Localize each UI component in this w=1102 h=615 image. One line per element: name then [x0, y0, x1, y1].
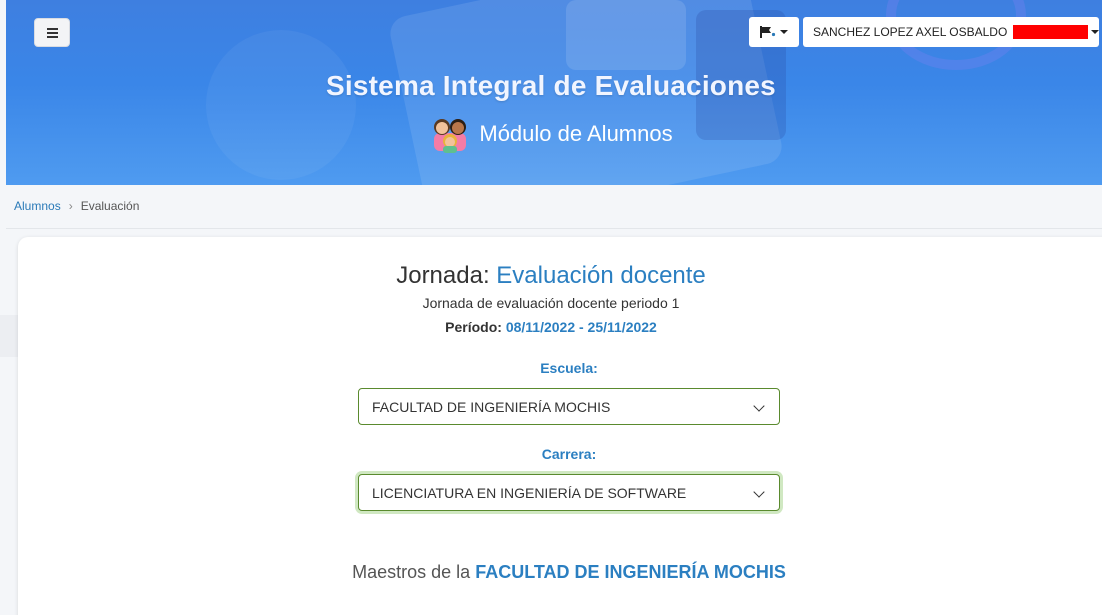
- carrera-label: Carrera:: [541, 446, 597, 462]
- chevron-right-icon: ›: [68, 199, 73, 213]
- divider: [6, 228, 1102, 229]
- escuela-select-value: FACULTAD DE INGENIERÍA MOCHIS: [372, 398, 611, 415]
- user-name: SANCHEZ LOPEZ AXEL OSBALDO: [813, 25, 1008, 39]
- breadcrumb: Alumnos › Evaluación: [14, 199, 139, 213]
- menu-toggle-button[interactable]: [34, 18, 70, 47]
- escuela-label: Escuela:: [540, 360, 598, 376]
- jornada-heading: Jornada: Evaluación docente: [0, 262, 1102, 290]
- jornada-name: Evaluación docente: [496, 262, 706, 289]
- module-subtitle-text: Módulo de Alumnos: [479, 121, 673, 146]
- periodo-label: Período:: [445, 319, 502, 335]
- maestros-school: FACULTAD DE INGENIERÍA MOCHIS: [475, 562, 786, 582]
- periodo-dates: 08/11/2022 - 25/11/2022: [505, 319, 657, 335]
- banner-decoration: [206, 30, 356, 180]
- chevron-down-icon: [753, 486, 765, 498]
- flag-icon: [760, 26, 776, 38]
- hamburger-icon: [46, 28, 58, 38]
- periodo: Período: 08/11/2022 - 25/11/2022: [0, 319, 1102, 335]
- user-menu-button[interactable]: SANCHEZ LOPEZ AXEL OSBALDO: [803, 17, 1099, 47]
- chevron-down-icon: [780, 30, 788, 34]
- evaluation-card: [18, 237, 1102, 615]
- maestros-heading: Maestros de la FACULTAD DE INGENIERÍA MO…: [0, 562, 1102, 583]
- jornada-description: Jornada de evaluación docente periodo 1: [422, 295, 680, 311]
- breadcrumb-link-alumnos[interactable]: Alumnos: [14, 199, 61, 213]
- jornada-label: Jornada:: [396, 262, 490, 289]
- carrera-select[interactable]: LICENCIATURA EN INGENIERÍA DE SOFTWARE: [358, 474, 780, 511]
- banner-decoration: [566, 0, 686, 70]
- carrera-select-value: LICENCIATURA EN INGENIERÍA DE SOFTWARE: [372, 484, 687, 501]
- maestros-prefix: Maestros de la: [352, 562, 471, 582]
- chevron-down-icon: [753, 400, 765, 412]
- language-dropdown-button[interactable]: [749, 17, 799, 47]
- redacted-block: [1013, 25, 1088, 39]
- chevron-down-icon: [1091, 30, 1099, 34]
- students-icon: [434, 119, 467, 153]
- page-title: Sistema Integral de Evaluaciones: [326, 70, 776, 101]
- breadcrumb-current: Evaluación: [80, 199, 140, 213]
- module-subtitle: Módulo de Alumnos: [0, 115, 1102, 153]
- escuela-select[interactable]: FACULTAD DE INGENIERÍA MOCHIS: [358, 388, 780, 425]
